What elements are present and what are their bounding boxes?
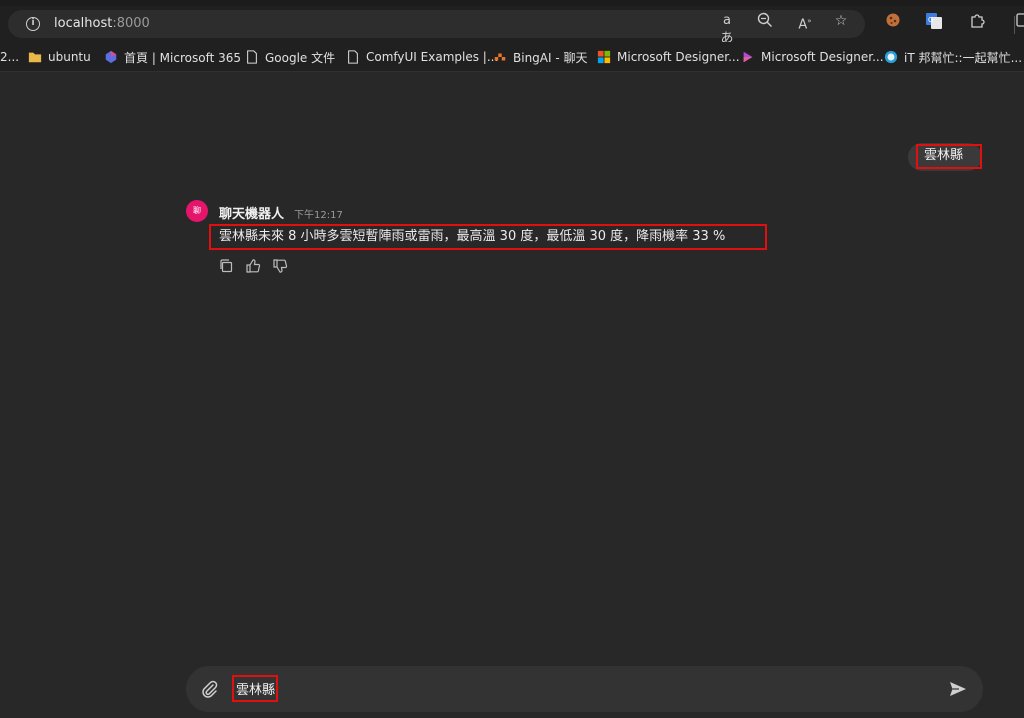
bookmark-label: ubuntu: [48, 50, 91, 64]
bot-name: 聊天機器人: [219, 207, 285, 222]
url-text[interactable]: localhost:8000: [54, 16, 150, 31]
bookmark-label: ComfyUI Examples |...: [366, 50, 499, 64]
bookmark-label: Microsoft Designer...: [617, 50, 740, 64]
thumbs-down-icon[interactable]: [272, 258, 288, 274]
m365-icon: [105, 50, 117, 64]
address-bar[interactable]: i localhost:8000: [8, 10, 865, 38]
url-port: :8000: [112, 16, 150, 31]
doc-icon: [348, 50, 358, 64]
bookmark-google-docs[interactable]: Google 文件: [245, 49, 335, 65]
bookmark-ms-designer-2[interactable]: Microsoft Designer...: [741, 49, 884, 65]
user-message-text: 雲林縣: [916, 144, 982, 169]
message-input[interactable]: [232, 675, 278, 702]
site-info-icon[interactable]: i: [26, 17, 40, 31]
split-screen-icon[interactable]: [1016, 12, 1024, 30]
copy-icon[interactable]: [218, 258, 234, 274]
bookmarks-bar: 2... ubuntu 首頁 | Microsoft 365 Google 文件…: [0, 42, 1024, 72]
zoom-icon[interactable]: [756, 12, 774, 30]
bookmark-label: Microsoft Designer...: [761, 50, 884, 64]
folder-icon: [28, 52, 42, 63]
svg-text:G: G: [928, 16, 933, 24]
bot-avatar: 聊: [186, 200, 208, 222]
attach-paperclip-icon[interactable]: [199, 679, 219, 699]
bot-message-time: 下午12:17: [294, 210, 343, 221]
bing-icon: [494, 53, 506, 61]
address-row: i localhost:8000 aあ A» ☆ G: [0, 6, 1024, 46]
bookmark-label: BingAI - 聊天: [513, 50, 588, 65]
designer-icon: [743, 51, 753, 63]
send-icon[interactable]: [949, 680, 967, 698]
extensions-puzzle-icon[interactable]: [968, 12, 986, 30]
thumbs-up-icon[interactable]: [245, 258, 261, 274]
reading-mode-icon[interactable]: A»: [796, 12, 814, 32]
bot-message-text: 雲林縣未來 8 小時多雲短暫陣雨或雷雨，最高溫 30 度，最低溫 30 度，降雨…: [209, 224, 767, 250]
bookmark-label: 首頁 | Microsoft 365: [124, 50, 242, 65]
doc-icon: [247, 50, 257, 64]
bookmark-truncated[interactable]: 2...: [0, 49, 19, 65]
bookmark-ubuntu[interactable]: ubuntu: [28, 49, 91, 65]
extension-cookie-icon[interactable]: [884, 12, 902, 30]
bookmark-bingai[interactable]: BingAI - 聊天: [493, 49, 588, 65]
bookmark-ithome[interactable]: iT 邦幫忙::一起幫忙...: [884, 49, 1022, 65]
favorite-star-icon[interactable]: ☆: [832, 12, 850, 30]
bookmark-label: iT 邦幫忙::一起幫忙...: [904, 50, 1023, 65]
message-composer: [186, 666, 983, 712]
bookmark-ms-designer-1[interactable]: Microsoft Designer...: [597, 49, 740, 65]
microsoft-icon: [597, 50, 611, 64]
translate-icon[interactable]: G: [925, 12, 943, 30]
bookmark-comfyui[interactable]: ComfyUI Examples |...: [346, 49, 498, 65]
bookmark-label: 2...: [0, 50, 20, 64]
url-host: localhost: [54, 16, 113, 31]
read-aloud-icon[interactable]: aあ: [718, 12, 736, 46]
ithome-icon: [884, 50, 898, 64]
bookmark-m365[interactable]: 首頁 | Microsoft 365: [104, 49, 241, 65]
bookmark-label: Google 文件: [265, 50, 336, 65]
toolbar-separator: [1014, 16, 1015, 34]
